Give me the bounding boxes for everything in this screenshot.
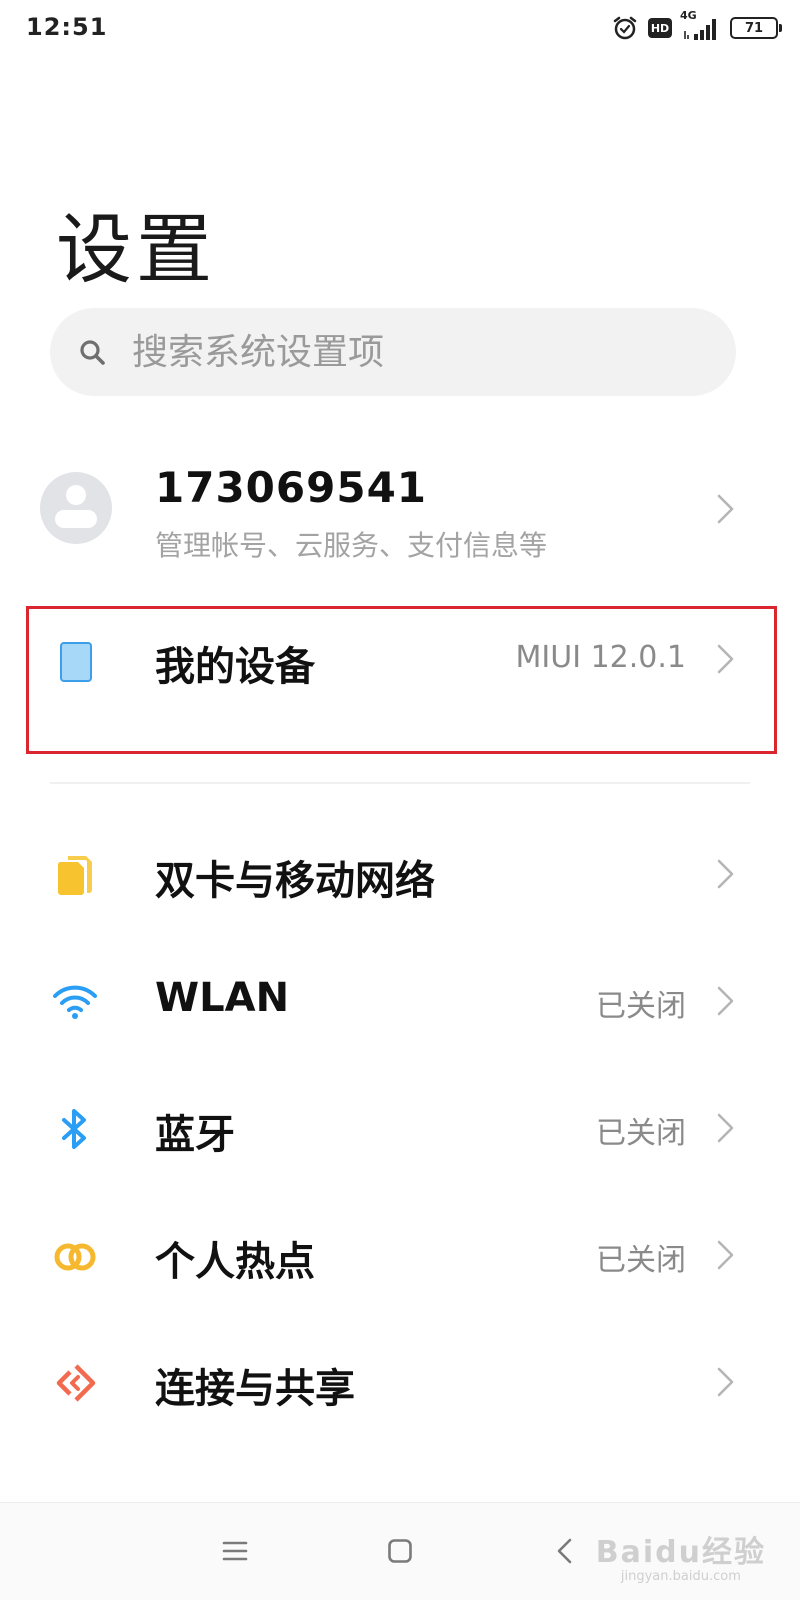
menu-icon [222,1541,248,1561]
chevron-right-icon [717,494,734,524]
status-icons: HD 4G 71 [612,9,782,44]
back-button[interactable] [545,1531,585,1571]
signal-icon [684,19,716,40]
chevron-right-icon [717,1367,734,1397]
watermark-sub: jingyan.baidu.com [620,1569,741,1584]
list-item-label: 连接与共享 [155,1366,355,1412]
list-item-dual-sim[interactable]: 双卡与移动网络 [0,824,800,924]
chevron-right-icon [717,986,734,1016]
search-icon [80,340,105,365]
my-device-row[interactable]: 我的设备 MIUI 12.0.1 [0,612,800,707]
account-subtitle: 管理帐号、云服务、支付信息等 [155,529,548,562]
list-item-label: 个人热点 [155,1239,315,1285]
status-bar: 12:51 HD 4G 71 [0,0,800,56]
bluetooth-icon [62,1109,86,1149]
avatar-body [55,510,97,528]
hd-badge: HD [648,18,672,38]
battery-level: 71 [744,20,764,36]
list-item-value: 已关闭 [596,1243,686,1278]
list-item-value: 已关闭 [596,989,686,1024]
wifi-icon [53,985,97,1019]
account-row[interactable]: 173069541 管理帐号、云服务、支付信息等 [0,445,800,575]
chevron-right-icon [717,1240,734,1270]
divider [50,782,750,784]
page-title: 设置 [56,205,216,294]
my-device-value: MIUI 12.0.1 [515,640,687,675]
menu-button[interactable] [215,1531,255,1571]
signal-indicator: 4G [680,9,720,41]
list-item-label: 双卡与移动网络 [155,858,435,904]
device-icon [60,642,92,682]
hotspot-icon [54,1243,96,1271]
sim-card-icon [57,856,92,895]
chevron-right-icon [717,1113,734,1143]
account-id: 173069541 [155,463,428,512]
watermark-main: Baidu经验 [595,1535,766,1570]
status-time: 12:51 [26,13,108,41]
list-item-label: 蓝牙 [155,1112,235,1158]
avatar-head [66,485,86,505]
list-item-label: WLAN [155,975,290,1021]
list-item-hotspot[interactable]: 个人热点 已关闭 [0,1205,800,1305]
list-item-wlan[interactable]: WLAN 已关闭 [0,951,800,1051]
watermark: Baidu经验 jingyan.baidu.com [596,1527,766,1584]
chevron-right-icon [717,859,734,889]
my-device-label: 我的设备 [155,644,315,690]
connection-sharing-icon [56,1364,96,1402]
alarm-icon [613,16,637,40]
home-button[interactable] [380,1531,420,1571]
battery-indicator: 71 [730,17,782,39]
avatar [40,472,112,544]
chevron-right-icon [717,644,734,674]
list-item-bluetooth[interactable]: 蓝牙 已关闭 [0,1078,800,1178]
navigation-bar: Baidu经验 jingyan.baidu.com [0,1502,800,1600]
search-input[interactable] [132,326,692,378]
back-icon [557,1538,572,1564]
list-item-value: 已关闭 [596,1116,686,1151]
list-item-connection-sharing[interactable]: 连接与共享 [0,1332,800,1432]
home-icon [388,1539,412,1563]
